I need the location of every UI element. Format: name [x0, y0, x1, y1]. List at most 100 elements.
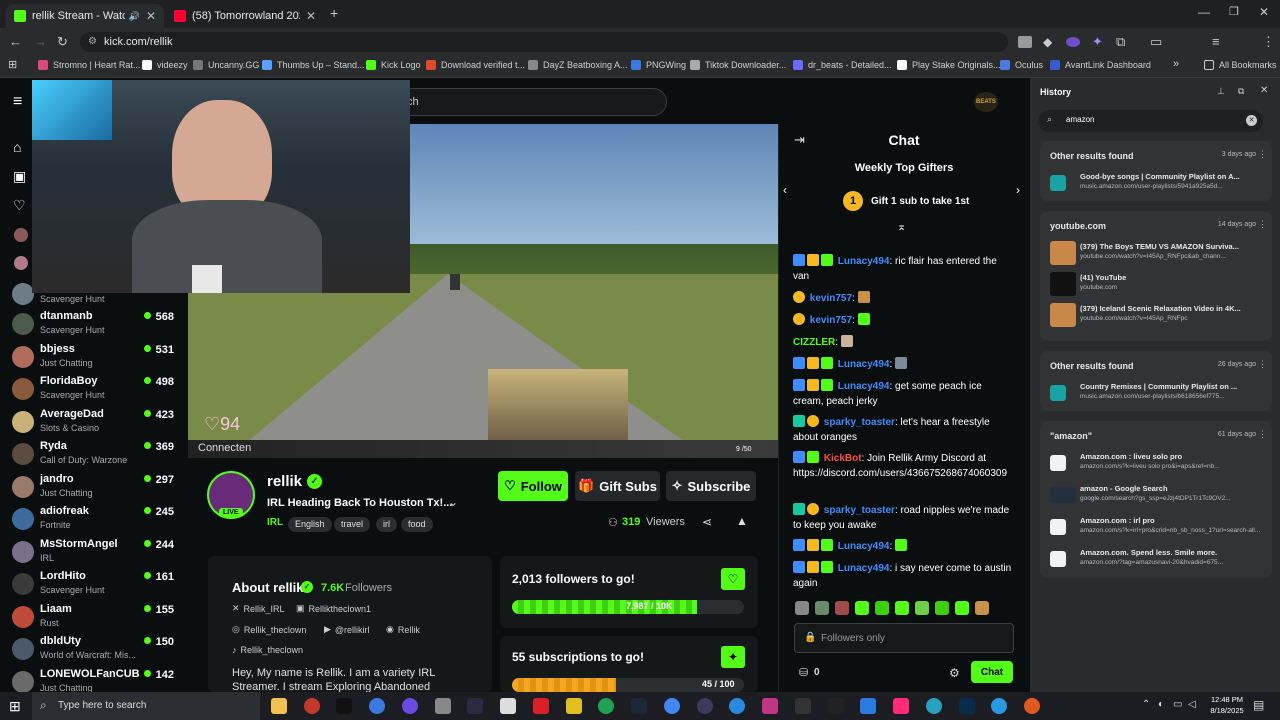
- social-link-instagram[interactable]: ◎ Rellik_theclown: [232, 624, 306, 635]
- app-icon[interactable]: [467, 698, 483, 714]
- photoshop-icon[interactable]: [959, 698, 975, 714]
- extension-icon[interactable]: ◆: [1043, 34, 1052, 50]
- more-options-icon[interactable]: ⋮: [1258, 359, 1267, 370]
- hamburger-menu-icon[interactable]: ≡: [13, 93, 22, 111]
- follow-button[interactable]: ♡ Follow: [498, 471, 568, 501]
- emote-icon[interactable]: [875, 601, 889, 615]
- close-window-icon[interactable]: ✕: [1259, 5, 1269, 19]
- pin-panel-icon[interactable]: ⊥: [1217, 86, 1225, 97]
- social-link-youtube[interactable]: ▶ @rellikirl: [324, 624, 370, 635]
- app-icon[interactable]: [860, 698, 876, 714]
- history-item[interactable]: amazon - Google Search google.com/search?…: [1050, 483, 1265, 509]
- notifications-icon[interactable]: ▤: [1253, 698, 1264, 712]
- app-icon[interactable]: [304, 698, 320, 714]
- app-icon[interactable]: [369, 698, 385, 714]
- history-item[interactable]: Good-bye songs | Community Playlist on A…: [1050, 171, 1265, 197]
- app-icon[interactable]: [435, 698, 451, 714]
- emote-icon[interactable]: [855, 601, 869, 615]
- tab-tomorrowland[interactable]: (58) Tomorrowland 2025 - Best ✕: [166, 4, 324, 28]
- share-icon[interactable]: ⋖: [702, 515, 712, 529]
- history-search-input[interactable]: ⌕ amazon ✕: [1038, 110, 1263, 132]
- bookmark-item[interactable]: Kick Logo: [366, 60, 421, 70]
- more-options-icon[interactable]: ⋮: [1258, 429, 1267, 440]
- clear-search-icon[interactable]: ✕: [1246, 115, 1257, 126]
- history-item[interactable]: Amazon.com : irl pro amazon.com/s?k=irl+p…: [1050, 515, 1265, 541]
- tag-english[interactable]: English: [288, 517, 332, 532]
- channel-avatar[interactable]: [14, 256, 28, 270]
- app-icon[interactable]: [500, 698, 516, 714]
- history-item[interactable]: Amazon.com. Spend less. Smile more. amazo…: [1050, 547, 1265, 573]
- close-tab-icon[interactable]: ✕: [146, 9, 156, 23]
- netflix-icon[interactable]: [533, 698, 549, 714]
- channel-avatar[interactable]: [14, 228, 28, 242]
- follow-goal-heart-button[interactable]: ♡: [721, 568, 745, 590]
- extension-icon[interactable]: [1066, 37, 1080, 47]
- kick-search-input[interactable]: ch: [380, 88, 667, 116]
- tag-travel[interactable]: travel: [334, 517, 371, 532]
- open-in-tab-icon[interactable]: ⧉: [1238, 86, 1244, 97]
- bookmark-item[interactable]: Play Stake Originals...: [897, 60, 1001, 70]
- chrome-icon[interactable]: [664, 698, 680, 714]
- file-explorer-icon[interactable]: [271, 698, 287, 714]
- tiktok-icon[interactable]: [336, 698, 352, 714]
- audio-icon[interactable]: 🔊: [129, 11, 140, 22]
- bookmark-item[interactable]: PNGWing: [631, 60, 686, 70]
- subscribe-button[interactable]: ✧ Subscribe: [666, 471, 756, 501]
- bookmark-item[interactable]: Thumbs Up – Stand...: [262, 60, 365, 70]
- chat-settings-gear-icon[interactable]: ⚙: [949, 666, 960, 680]
- chat-input[interactable]: 🔒 Followers only: [794, 623, 1014, 653]
- emote-icon[interactable]: [835, 601, 849, 615]
- minimize-window-icon[interactable]: —: [1198, 5, 1210, 19]
- history-item[interactable]: Country Remixes | Community Playlist on …: [1050, 381, 1265, 407]
- tag-food[interactable]: food: [401, 517, 433, 532]
- tray-chevron-icon[interactable]: ⌃: [1142, 699, 1150, 710]
- apps-grid-icon[interactable]: ⊞: [8, 58, 17, 71]
- network-icon[interactable]: ▭: [1173, 699, 1182, 710]
- bookmark-item[interactable]: Download verified t...: [426, 60, 525, 70]
- bookmark-item[interactable]: Tiktok Downloader...: [690, 60, 786, 70]
- app-icon[interactable]: [402, 698, 418, 714]
- tab-search-icon[interactable]: ▭: [1150, 34, 1162, 50]
- bookmark-item[interactable]: Stromno | Heart Rat...: [38, 60, 140, 70]
- clock-time[interactable]: 12:48 PM: [1207, 695, 1247, 704]
- telegram-icon[interactable]: [991, 698, 1007, 714]
- app-icon[interactable]: [598, 698, 614, 714]
- points-icon[interactable]: ⛁: [799, 666, 808, 679]
- site-info-icon[interactable]: ⚙: [88, 32, 97, 52]
- expand-title-icon[interactable]: ⌄: [448, 495, 458, 509]
- reload-icon[interactable]: ↻: [57, 34, 68, 50]
- report-icon[interactable]: ▲: [736, 514, 748, 528]
- more-bookmarks-icon[interactable]: »: [1173, 58, 1179, 70]
- epic-games-icon[interactable]: [828, 698, 844, 714]
- more-options-icon[interactable]: ⋮: [1258, 149, 1267, 160]
- chat-send-button[interactable]: Chat: [971, 661, 1013, 683]
- restore-window-icon[interactable]: ❐: [1229, 5, 1239, 18]
- social-link-tiktok[interactable]: ♪ Rellik_theclown: [232, 645, 303, 655]
- emote-icon[interactable]: [895, 601, 909, 615]
- history-item[interactable]: (379) Iceland Scenic Relaxation Video in…: [1050, 303, 1265, 329]
- streamer-name[interactable]: rellik: [267, 473, 302, 490]
- menu-icon[interactable]: ⋮: [1262, 34, 1275, 50]
- bookmark-item[interactable]: AvantLink Dashboard: [1050, 60, 1151, 70]
- tray-icon[interactable]: ◐: [1158, 699, 1164, 710]
- app-icon[interactable]: [795, 698, 811, 714]
- social-link-facebook[interactable]: ▣ Relliktheclown1: [296, 603, 371, 614]
- tab-rellik[interactable]: rellik Stream - Watch Live o 🔊 ✕: [6, 4, 164, 28]
- app-icon[interactable]: [566, 698, 582, 714]
- browse-icon[interactable]: ▣: [13, 168, 26, 185]
- history-item[interactable]: Amazon.com : liveu solo pro amazon.com/s?…: [1050, 451, 1265, 477]
- steam-icon[interactable]: [631, 698, 647, 714]
- bookmark-item[interactable]: videezy: [142, 60, 188, 70]
- extension-icon[interactable]: [1018, 36, 1032, 48]
- social-link-x[interactable]: ✕ Rellik_IRL: [232, 603, 285, 614]
- address-bar[interactable]: ⚙ kick.com/rellik: [80, 32, 1008, 52]
- bookmark-item[interactable]: dr_beats - Detailed...: [793, 60, 892, 70]
- new-tab-button[interactable]: +: [330, 5, 338, 21]
- close-tab-icon[interactable]: ✕: [306, 9, 316, 23]
- bookmark-item[interactable]: Oculus: [1000, 60, 1043, 70]
- close-panel-icon[interactable]: ✕: [1260, 85, 1268, 96]
- taskbar-search-input[interactable]: ⌕ Type here to search: [32, 692, 260, 720]
- home-icon[interactable]: ⌂: [13, 139, 21, 155]
- edge-icon[interactable]: [926, 698, 942, 714]
- emote-icon[interactable]: [815, 601, 829, 615]
